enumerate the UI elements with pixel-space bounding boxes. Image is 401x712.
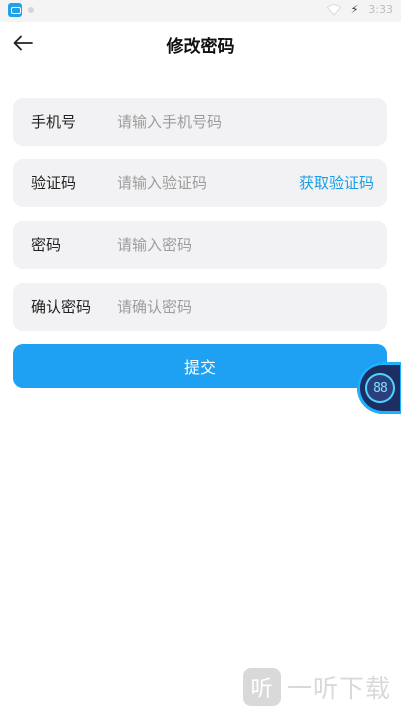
code-field: 验证码 获取验证码 [13, 159, 387, 207]
password-label: 密码 [31, 236, 62, 254]
confirm-password-input[interactable] [117, 283, 287, 331]
app-bar: 修改密码 [0, 22, 401, 66]
phone-input[interactable] [117, 98, 287, 146]
wifi-icon [326, 3, 341, 16]
code-input[interactable] [117, 159, 287, 207]
back-button[interactable] [12, 32, 34, 54]
notification-dot-icon [28, 7, 34, 13]
phone-field: 手机号 [13, 98, 387, 146]
floating-assistant-display: 88 [365, 373, 395, 403]
watermark: 听 一听下载 [243, 668, 391, 706]
battery-charging-icon: ⚡ [350, 3, 359, 16]
phone-label: 手机号 [31, 113, 77, 131]
confirm-password-label: 确认密码 [31, 298, 92, 316]
code-label: 验证码 [31, 174, 77, 192]
submit-button[interactable]: 提交 [13, 344, 387, 388]
page-title: 修改密码 [166, 36, 235, 57]
app-notification-icon [8, 3, 22, 17]
status-time: 3:33 [368, 3, 393, 16]
watermark-logo-icon: 听 [243, 668, 281, 706]
password-field: 密码 [13, 221, 387, 269]
watermark-text: 一听下载 [287, 674, 392, 703]
arrow-left-icon [13, 35, 33, 51]
confirm-password-field: 确认密码 [13, 283, 387, 331]
get-code-button[interactable]: 获取验证码 [299, 159, 374, 207]
floating-assistant-button[interactable]: 88 [357, 362, 401, 414]
status-bar: ⚡ 3:33 [0, 0, 401, 22]
password-input[interactable] [117, 221, 287, 269]
